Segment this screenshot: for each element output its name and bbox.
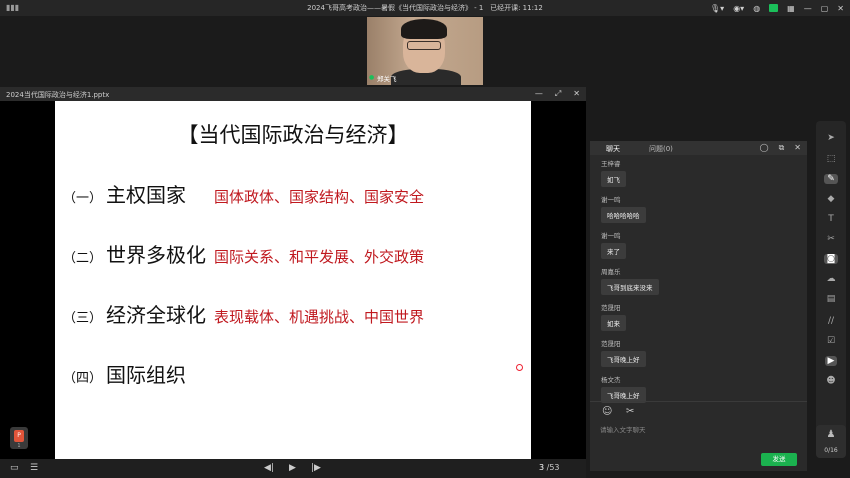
ppt-file-icon: P <box>14 430 24 442</box>
slide-thumbnail-button[interactable]: P 1 <box>10 427 28 449</box>
next-slide-icon[interactable]: |▶ <box>311 463 321 473</box>
fullscreen-icon[interactable]: ⤢ <box>555 89 561 99</box>
list-item: 王梓睿 如飞 <box>599 158 799 194</box>
chat-bubble-icon[interactable]: ◯ <box>760 143 769 153</box>
minimize-icon[interactable]: — <box>804 4 812 13</box>
slide-row: （四） 国际组织 <box>63 363 187 387</box>
tab-chat[interactable]: 聊天 <box>606 144 620 154</box>
cloud-icon[interactable]: ☁ <box>816 274 846 284</box>
close-icon[interactable]: ✕ <box>837 4 844 13</box>
speaker-icon[interactable]: ◍ <box>753 4 760 13</box>
eraser-icon[interactable]: ◆ <box>816 194 846 204</box>
emoji-icon[interactable]: ☺ <box>602 406 612 417</box>
course-title: 2024飞哥高考政治——暑假《当代国际政治与经济》 - 1 <box>307 4 484 12</box>
chat-panel: 聊天 问题(0) ◯ ⧉ ✕ 王梓睿 如飞 谢一鸣 哈哈哈哈哈 谢一鸣 来了 周… <box>590 141 807 471</box>
list-item: 杨文杰 飞哥晚上好 <box>599 374 799 410</box>
page-indicator: 3 /53 <box>539 463 560 472</box>
camera-tool-icon[interactable]: ◙ <box>816 254 846 264</box>
minimize-icon[interactable]: — <box>535 89 543 99</box>
presenter-video[interactable]: ● 郑关飞 <box>367 17 483 85</box>
drawing-toolbar: ➤ ⬚ ✎ ◆ T ✂ ◙ ☁ ▤ ∕∕ ☑ ▶ ☻ <box>816 121 846 458</box>
person-icon: ♟ <box>826 429 836 440</box>
list-item: 周嘉乐 飞哥到底来没来 <box>599 266 799 302</box>
scissors-icon[interactable]: ✂ <box>816 234 846 244</box>
box-icon[interactable]: ▤ <box>816 294 846 304</box>
mic-icon[interactable]: 🎙▾ <box>710 4 724 13</box>
slide-row: （一） 主权国家 国体政体、国家结构、国家安全 <box>63 183 425 207</box>
close-icon[interactable]: ✕ <box>573 89 580 99</box>
formula-icon[interactable]: ∕∕ <box>816 316 846 326</box>
presentation-file-name: 2024当代国际政治与经济1.pptx <box>6 91 110 99</box>
select-area-icon[interactable]: ⬚ <box>816 154 846 164</box>
list-item: 范晟阳 飞哥晚上好 <box>599 338 799 374</box>
chat-tabs: 聊天 问题(0) ◯ ⧉ ✕ <box>590 141 807 155</box>
sidebar-toggle-icon[interactable]: ▭ <box>10 463 19 473</box>
send-button[interactable]: 发送 <box>761 453 797 466</box>
presentation-title-bar: 2024当代国际政治与经济1.pptx — ⤢ ✕ <box>0 87 586 101</box>
page-count: 0/16 <box>824 447 838 454</box>
list-item: 谢一鸣 哈哈哈哈哈 <box>599 194 799 230</box>
camera-icon[interactable]: ◉▾ <box>733 4 744 13</box>
chat-divider <box>590 401 807 402</box>
laser-pointer-icon <box>516 364 523 371</box>
slide-title: 【当代国际政治与经济】 <box>177 123 409 147</box>
top-bar: ▮▮▮ 2024飞哥高考政治——暑假《当代国际政治与经济》 - 1 已经开课: … <box>0 0 850 16</box>
play-icon[interactable]: ▶ <box>289 463 296 473</box>
top-toolbar: 🎙▾ ◉▾ ◍ ▦ — ▢ ✕ <box>710 1 844 15</box>
check-icon[interactable]: ☑ <box>816 336 846 346</box>
cursor-icon[interactable]: ➤ <box>816 133 846 143</box>
scissors-icon[interactable]: ✂ <box>626 406 634 417</box>
list-item: 谢一鸣 来了 <box>599 230 799 266</box>
popout-icon[interactable]: ⧉ <box>779 143 785 153</box>
close-icon[interactable]: ✕ <box>794 143 801 153</box>
presentation-controls: ▭ ☰ ◀| ▶ |▶ 3 /53 <box>0 459 586 478</box>
app-window: ▮▮▮ 2024飞哥高考政治——暑假《当代国际政治与经济》 - 1 已经开课: … <box>0 0 850 478</box>
elapsed-time: 已经开课: 11:12 <box>490 4 543 12</box>
chat-messages[interactable]: 王梓睿 如飞 谢一鸣 哈哈哈哈哈 谢一鸣 来了 周嘉乐 飞哥到底来没来 范晟阳 … <box>599 158 799 410</box>
chat-input[interactable]: 请输入文字聊天 <box>600 424 646 434</box>
tab-questions[interactable]: 问题(0) <box>649 144 673 154</box>
slide-row: （三） 经济全球化 表现载体、机遇挑战、中国世界 <box>63 303 425 327</box>
layout-icon[interactable]: ▦ <box>787 4 795 13</box>
list-icon[interactable]: ☰ <box>30 463 38 473</box>
slide-row: （二） 世界多极化 国际关系、和平发展、外交政策 <box>63 243 425 267</box>
mic-active-icon: ● <box>369 74 375 81</box>
presenter-name: 郑关飞 <box>377 75 397 83</box>
page-count-button[interactable]: ♟ 0/16 <box>816 425 846 458</box>
list-item: 范晟阳 如来 <box>599 302 799 338</box>
prev-slide-icon[interactable]: ◀| <box>264 463 274 473</box>
share-icon[interactable] <box>769 4 779 12</box>
maximize-icon[interactable]: ▢ <box>821 4 829 13</box>
users-icon[interactable]: ☻ <box>816 376 846 386</box>
text-icon[interactable]: T <box>816 214 846 224</box>
slide-canvas: 【当代国际政治与经济】 （一） 主权国家 国体政体、国家结构、国家安全 （二） … <box>55 101 531 459</box>
video-tool-icon[interactable]: ▶ <box>816 356 846 366</box>
pen-icon[interactable]: ✎ <box>816 174 846 184</box>
